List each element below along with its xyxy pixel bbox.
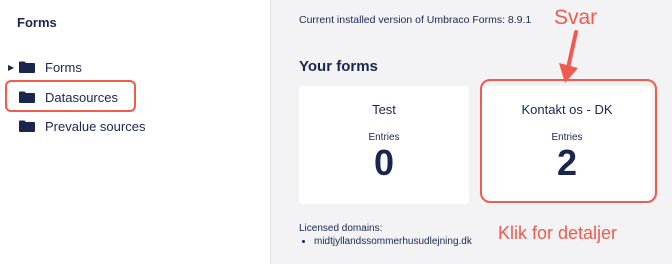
entries-count: 0 <box>373 142 395 183</box>
sidebar-title: Forms <box>17 15 57 30</box>
tree-item-label: Prevalue sources <box>45 118 146 134</box>
tree-item-forms[interactable]: ▶ Forms <box>8 57 82 77</box>
form-card-name: Test <box>372 102 396 117</box>
annotation-svar: Svar <box>554 6 598 29</box>
annotation-highlight-card <box>480 79 657 203</box>
section-title: Your forms <box>299 58 378 75</box>
folder-icon <box>19 120 35 132</box>
annotation-arrow-icon <box>559 30 578 83</box>
form-card-test[interactable]: Test Entries 0 <box>299 86 469 204</box>
tree-item-label: Forms <box>45 59 82 75</box>
sidebar: Forms ▶ Forms Datasources Prevalue sourc… <box>0 0 270 264</box>
licensed-domains-label: Licensed domains: <box>299 223 383 234</box>
version-text: Current installed version of Umbraco For… <box>299 14 532 26</box>
caret-right-icon[interactable]: ▶ <box>8 63 18 72</box>
licensed-domains-list: midtjyllandssommerhusudlejning.dk <box>299 236 472 247</box>
licensed-domain-item: midtjyllandssommerhusudlejning.dk <box>314 236 472 247</box>
folder-icon <box>19 61 35 73</box>
annotation-highlight-datasources <box>5 80 136 112</box>
annotation-klik-for-detaljer: Klik for detaljer <box>498 223 618 243</box>
tree-item-prevalue-sources[interactable]: Prevalue sources <box>8 116 145 136</box>
